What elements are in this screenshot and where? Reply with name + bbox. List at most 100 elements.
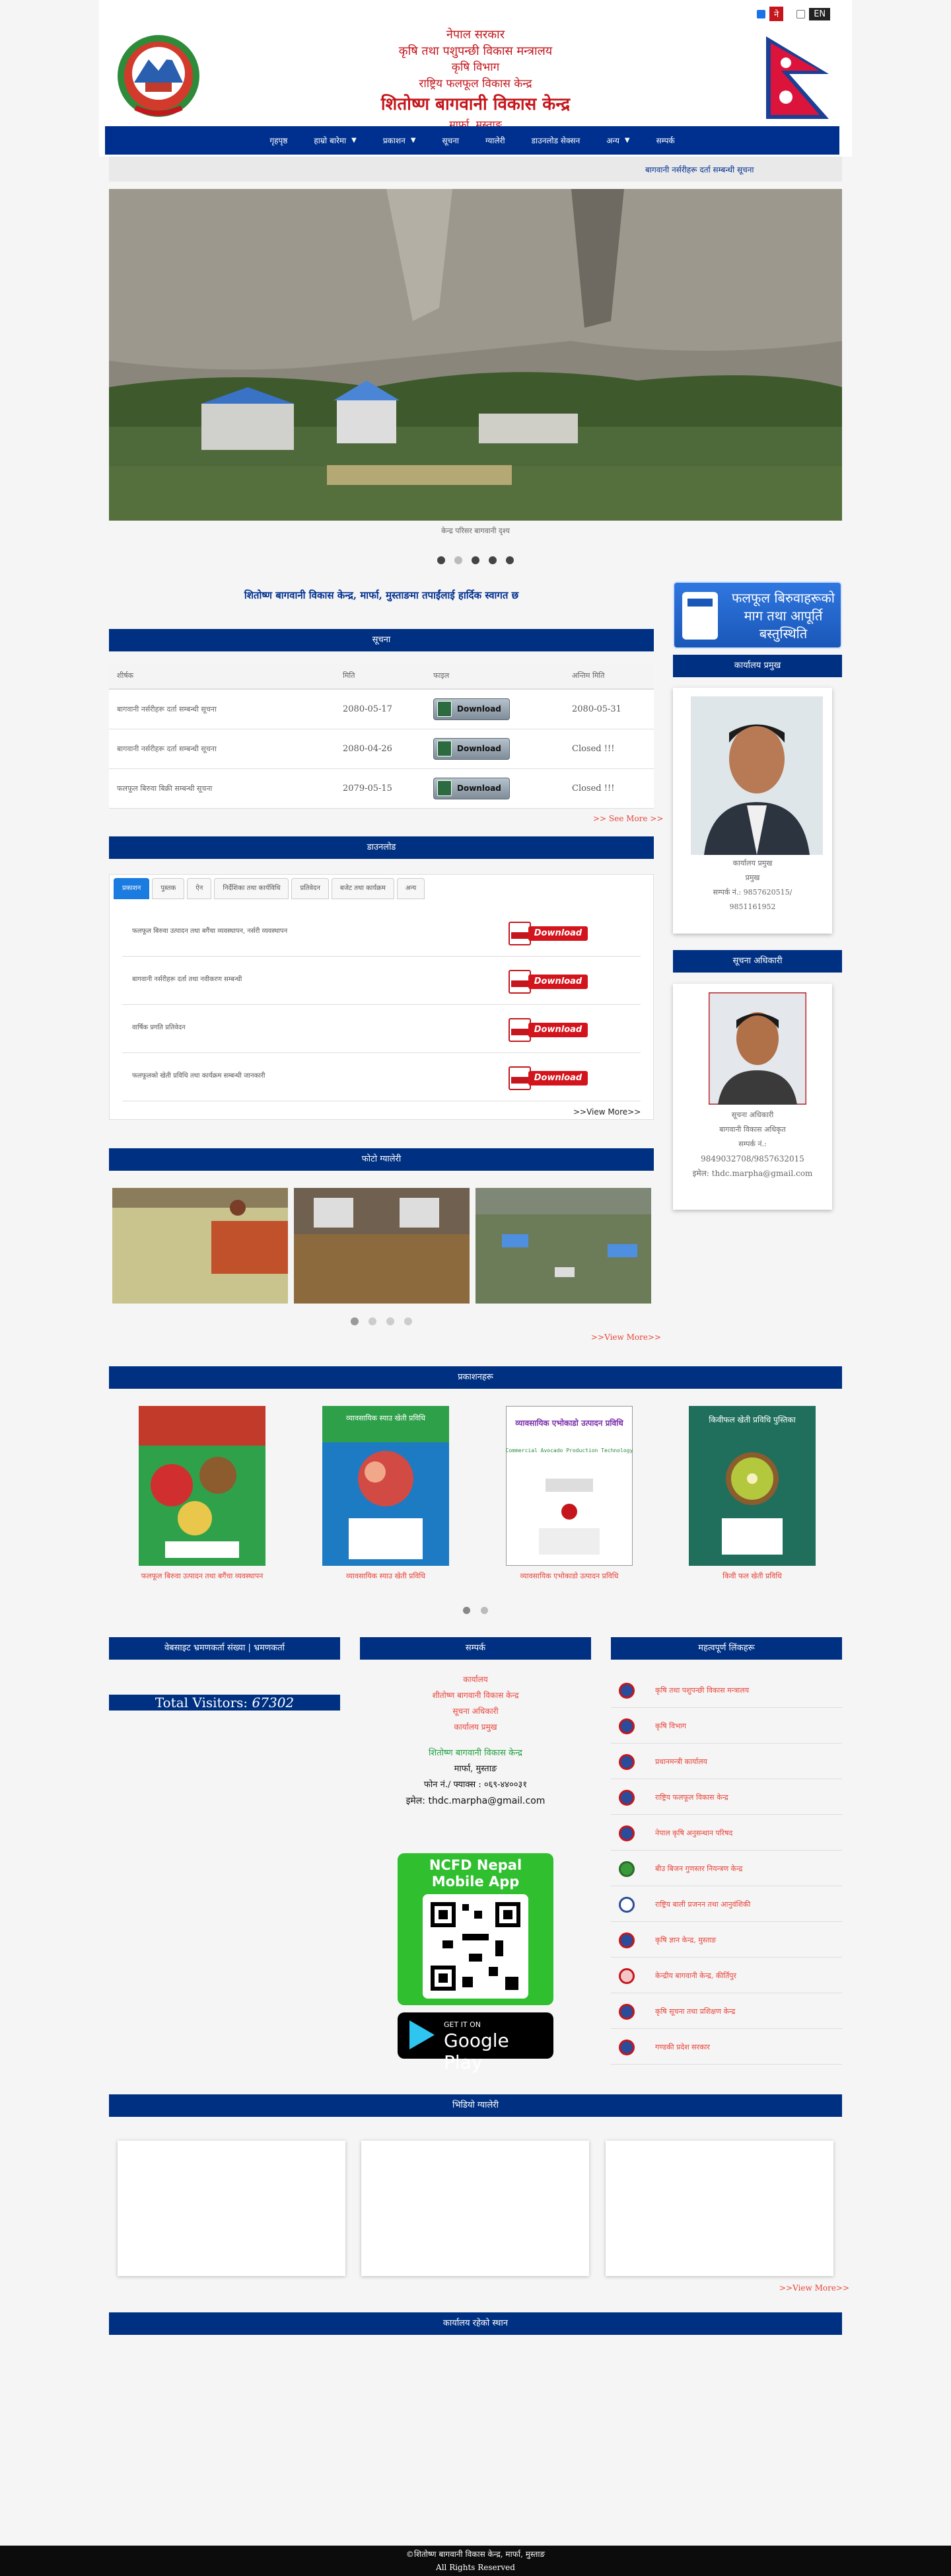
pdf-download-button[interactable]: Download — [509, 970, 594, 994]
document-title[interactable]: फलफूलको खेती प्रविधि तथा कार्यक्रम सम्बन… — [132, 1070, 265, 1080]
contact-line[interactable]: सूचना अधिकारी — [360, 1703, 591, 1719]
tab-reports[interactable]: प्रतिवेदन — [291, 878, 329, 899]
publication-dot[interactable] — [463, 1607, 470, 1614]
seal-icon — [619, 1968, 635, 1984]
en-checkbox[interactable] — [796, 9, 806, 18]
tab-guidelines[interactable]: निर्देशिका तथा कार्यविधि — [214, 878, 289, 899]
slider-dot[interactable] — [506, 556, 514, 564]
link-item[interactable]: कृषि तथा पशुपन्छी विकास मन्त्रालय — [611, 1672, 842, 1708]
hero-slider-image[interactable] — [109, 189, 842, 521]
pdf-download-button[interactable]: Download — [509, 1066, 594, 1090]
notice-title[interactable]: बागवानी नर्सरीहरू दर्ता सम्बन्धी सूचना — [109, 729, 335, 769]
gallery-dot[interactable] — [369, 1317, 376, 1325]
emblem-icon — [619, 1718, 635, 1734]
ticker-text[interactable]: बागवानी नर्सरीहरू दर्ता सम्बन्धी सूचना — [645, 164, 754, 175]
link-item[interactable]: गण्डकी प्रदेश सरकार — [611, 2029, 842, 2065]
book-caption[interactable]: किवी फल खेती प्रविधि — [676, 1569, 828, 1584]
nav-others[interactable]: अन्य ▼ — [593, 126, 643, 155]
slider-dot[interactable] — [454, 556, 462, 564]
link-item[interactable]: केन्द्रीय बागवानी केन्द्र, कीर्तिपुर — [611, 1958, 842, 1993]
demand-supply-banner[interactable]: फलफूल बिरुवाहरूको माग तथा आपूर्ति बस्तुस्थ… — [673, 581, 842, 649]
video-embed[interactable] — [118, 2141, 345, 2276]
link-item[interactable]: कृषि विभाग — [611, 1708, 842, 1744]
emblem-icon — [619, 2040, 635, 2055]
info-officer-phone-label: सम्पर्क नं.: — [738, 1140, 767, 1148]
book-title: व्यावसायिक एभोकाडो उत्पादन प्रविधि — [514, 1418, 623, 1428]
contact-line[interactable]: कार्यालय — [360, 1672, 591, 1687]
download-button[interactable]: Download — [433, 737, 510, 760]
slider-dot[interactable] — [472, 556, 479, 564]
book-caption[interactable]: व्यावसायिक एभोकाडो उत्पादन प्रविधि — [493, 1569, 645, 1584]
video-embed[interactable] — [361, 2141, 589, 2276]
slider-dot[interactable] — [489, 556, 497, 564]
nav-contact[interactable]: सम्पर्क — [643, 126, 688, 155]
gallery-photo[interactable] — [476, 1188, 651, 1304]
pdf-icon — [509, 1018, 531, 1042]
contact-office-name: शितोष्ण बागवानी विकास केन्द्र — [429, 1748, 522, 1758]
nepali-language-button[interactable]: ने — [769, 7, 784, 21]
link-item[interactable]: कृषि ज्ञान केन्द्र, मुस्ताङ — [611, 1922, 842, 1958]
gallery-photo[interactable] — [294, 1188, 470, 1304]
main-navigation: गृहपृष्ठ हाम्रो बारेमा ▼ प्रकाशन ▼ सूचना ग… — [105, 126, 839, 155]
link-item[interactable]: बीउ बिजन गुणस्तर नियन्त्रण केन्द्र — [611, 1851, 842, 1886]
link-item[interactable]: प्रधानमन्त्री कार्यालय — [611, 1744, 842, 1779]
nav-downloads[interactable]: डाउनलोड सेक्सन — [518, 126, 594, 155]
notice-title[interactable]: फलफूल बिरुवा बिक्री सम्बन्धी सूचना — [109, 768, 335, 809]
link-item[interactable]: राष्ट्रिय बाली प्रजनन तथा आनुवंशिकी — [611, 1886, 842, 1922]
notices-see-more-link[interactable]: >> See More >> — [593, 814, 663, 823]
nav-home[interactable]: गृहपृष्ठ — [256, 126, 300, 155]
book-caption[interactable]: व्यावसायिक स्याउ खेती प्रविधि — [310, 1569, 462, 1584]
np-checkbox[interactable] — [757, 9, 765, 18]
book-caption[interactable]: फलफूल बिरुवा उत्पादन तथा बगैंचा व्यवस्था… — [126, 1569, 278, 1584]
pdf-download-button[interactable]: Download — [509, 1018, 594, 1042]
tab-budget[interactable]: बजेट तथा कार्यक्रम — [331, 878, 394, 899]
pdf-download-button[interactable]: Download — [509, 922, 594, 945]
gallery-dot[interactable] — [404, 1317, 412, 1325]
document-title[interactable]: वार्षिक प्रगति प्रतिवेदन — [132, 1022, 186, 1031]
nav-publications-label: प्रकाशन — [382, 136, 405, 145]
chief-heading: कार्यालय प्रमुख — [673, 655, 842, 677]
contact-line[interactable]: शीतोष्ण बागवानी विकास केन्द्र — [360, 1687, 591, 1703]
nav-notices[interactable]: सूचना — [429, 126, 473, 155]
table-row: फलफूल बिरुवा बिक्री सम्बन्धी सूचना 2079-… — [109, 768, 654, 809]
book-cover[interactable]: व्यावसायिक एभोकाडो उत्पादन प्रविधि [Comm… — [506, 1406, 633, 1566]
book-cover[interactable] — [139, 1406, 265, 1566]
download-button[interactable]: Download — [433, 777, 510, 799]
document-title[interactable]: फलफूल बिरुवा उत्पादन तथा बगैंचा व्यवस्था… — [132, 926, 287, 935]
link-label: बीउ बिजन गुणस्तर नियन्त्रण केन्द्र — [655, 1864, 743, 1873]
link-item[interactable]: राष्ट्रिय फलफूल विकास केन्द्र — [611, 1779, 842, 1815]
tab-acts[interactable]: ऐन — [187, 878, 212, 899]
nav-gallery[interactable]: ग्यालेरी — [472, 126, 518, 155]
english-language-button[interactable]: EN — [809, 7, 831, 20]
table-row: बागवानी नर्सरीहरू दर्ता सम्बन्धी सूचना 2… — [109, 689, 654, 729]
table-row: बागवानी नर्सरीहरू दर्ता सम्बन्धी सूचना 2… — [109, 729, 654, 769]
download-button[interactable]: Download — [433, 698, 510, 720]
video-embed[interactable] — [606, 2141, 833, 2276]
nav-about[interactable]: हाम्रो बारेमा ▼ — [300, 126, 369, 155]
tab-others[interactable]: अन्य — [396, 878, 425, 899]
tab-books[interactable]: पुस्तक — [152, 878, 185, 899]
gallery-dot[interactable] — [386, 1317, 394, 1325]
tab-publications[interactable]: प्रकाशन — [114, 878, 150, 899]
contact-line[interactable]: कार्यालय प्रमुख — [360, 1719, 591, 1735]
document-title[interactable]: बागवानी नर्सरीहरू दर्ता तथा नवीकरण सम्बन… — [132, 974, 242, 983]
info-officer-phone: 9849032708/9857632015 — [701, 1154, 804, 1163]
welcome-message: शितोष्ण बागवानी विकास केन्द्र, मार्फा, म… — [244, 589, 519, 601]
news-ticker: बागवानी नर्सरीहरू दर्ता सम्बन्धी सूचना — [109, 157, 842, 182]
link-item[interactable]: कृषि सूचना तथा प्रशिक्षण केन्द्र — [611, 1993, 842, 2029]
book-cover[interactable]: व्यावसायिक स्याउ खेती प्रविधि — [322, 1406, 449, 1566]
link-item[interactable]: नेपाल कृषि अनुसन्धान परिषद — [611, 1815, 842, 1851]
gallery-view-more-link[interactable]: >>View More>> — [591, 1333, 661, 1342]
book-cover[interactable]: किवीफल खेती प्रविधि पुस्तिका — [689, 1406, 816, 1566]
notice-title[interactable]: बागवानी नर्सरीहरू दर्ता सम्बन्धी सूचना — [109, 689, 335, 729]
visitor-counter: Total Visitors: 67302 — [109, 1695, 340, 1711]
downloads-view-more-link[interactable]: >>View More>> — [573, 1107, 641, 1117]
videos-view-more-link[interactable]: >>View More>> — [779, 2283, 849, 2293]
mobile-app-qr[interactable]: NCFD Nepal Mobile App — [398, 1853, 553, 2005]
google-play-badge[interactable]: GET IT ON Google Play — [398, 2012, 553, 2073]
gallery-dot[interactable] — [351, 1317, 359, 1325]
nav-publications[interactable]: प्रकाशन ▼ — [370, 126, 429, 155]
publication-dot[interactable] — [481, 1607, 488, 1614]
slider-dot[interactable] — [437, 556, 445, 564]
gallery-photo[interactable] — [112, 1188, 288, 1304]
